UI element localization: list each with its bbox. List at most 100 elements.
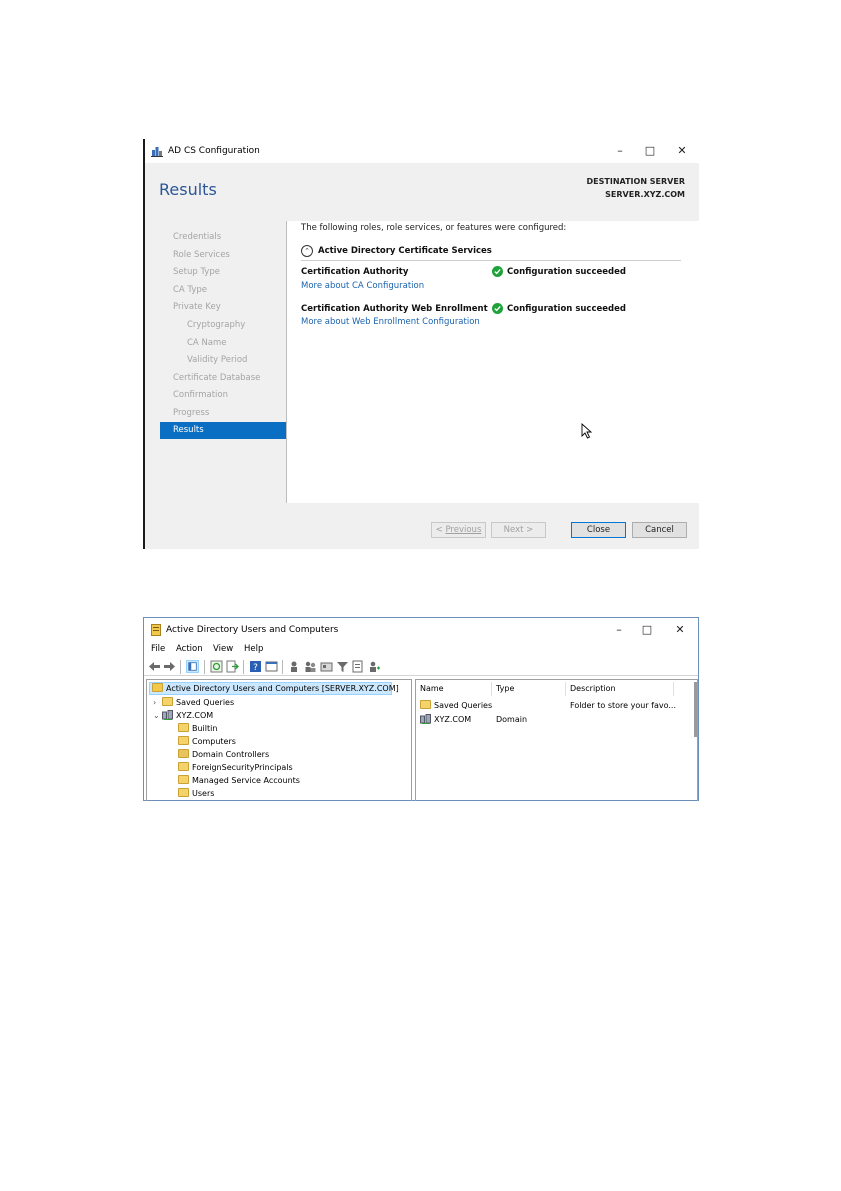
title-bar[interactable]: Active Directory Users and Computers – □… <box>144 618 698 642</box>
wizard-body: Results DESTINATION SERVER SERVER.XYZ.CO… <box>145 163 699 549</box>
column-header-name[interactable]: Name <box>416 682 492 696</box>
tree-item-builtin[interactable]: Builtin <box>178 722 217 735</box>
vertical-scrollbar[interactable] <box>694 682 697 737</box>
tree-item-domain-controllers[interactable]: Domain Controllers <box>178 748 269 761</box>
back-arrow-icon[interactable] <box>148 660 161 673</box>
window-title: AD CS Configuration <box>168 146 260 156</box>
list-item[interactable]: XYZ.COM Domain <box>420 713 696 726</box>
folder-icon <box>178 762 189 771</box>
section-header: ⌃ Active Directory Certificate Services <box>301 243 681 261</box>
menu-help[interactable]: Help <box>244 644 263 654</box>
nav-item-cryptography[interactable]: Cryptography <box>160 317 286 334</box>
toolbar-separator <box>204 660 205 674</box>
refresh-icon[interactable] <box>210 660 223 673</box>
tree-label: Managed Service Accounts <box>192 776 300 785</box>
cell-type: Domain <box>496 715 528 724</box>
nav-item-progress[interactable]: Progress <box>160 405 286 422</box>
aduc-window: Active Directory Users and Computers – □… <box>143 617 699 801</box>
tree-item-domain[interactable]: ⌄ XYZ.COM <box>153 709 213 722</box>
destination-server-name: SERVER.XYZ.COM <box>605 190 685 199</box>
tree-root-label: Active Directory Users and Computers [SE… <box>166 684 399 693</box>
cell-name: Saved Queries <box>434 701 493 710</box>
export-list-icon[interactable] <box>226 660 239 673</box>
adcs-configuration-window: AD CS Configuration – □ ✕ Results DESTIN… <box>143 139 699 549</box>
folder-icon <box>178 788 189 797</box>
properties-icon[interactable] <box>265 660 278 673</box>
svg-text:?: ? <box>253 663 258 673</box>
cancel-button[interactable]: Cancel <box>632 522 687 538</box>
menu-view[interactable]: View <box>213 644 233 654</box>
details-list: Name Type Description Saved Queries Fold… <box>415 679 698 801</box>
tree-label: Domain Controllers <box>192 750 270 759</box>
results-intro: The following roles, role services, or f… <box>301 223 567 233</box>
nav-item-validity-period[interactable]: Validity Period <box>160 352 286 369</box>
cell-description: Folder to store your favo... <box>570 701 676 710</box>
collapse-chevron-icon[interactable]: ⌃ <box>301 245 313 257</box>
previous-button[interactable]: < Previous <box>431 522 486 538</box>
tree-item-saved-queries[interactable]: › Saved Queries <box>153 696 234 709</box>
folder-icon <box>178 736 189 745</box>
next-button[interactable]: Next > <box>491 522 546 538</box>
list-item[interactable]: Saved Queries Folder to store your favo.… <box>420 699 696 712</box>
ou-folder-icon <box>178 749 189 758</box>
title-bar[interactable]: AD CS Configuration – □ ✕ <box>145 139 699 163</box>
close-button[interactable]: Close <box>571 522 626 538</box>
console-tree: Active Directory Users and Computers [SE… <box>146 679 412 801</box>
chevron-down-icon[interactable]: ⌄ <box>153 709 162 722</box>
tree-item-users[interactable]: Users <box>178 787 214 800</box>
new-user-icon[interactable] <box>288 660 301 673</box>
menu-action[interactable]: Action <box>176 644 203 654</box>
chevron-right-icon[interactable]: › <box>153 696 162 709</box>
new-ou-icon[interactable] <box>320 660 333 673</box>
tree-label: Saved Queries <box>176 698 235 707</box>
tree-item-foreign-security-principals[interactable]: ForeignSecurityPrincipals <box>178 761 293 774</box>
tree-root[interactable]: Active Directory Users and Computers [SE… <box>149 682 399 695</box>
close-window-button[interactable]: ✕ <box>667 143 697 159</box>
help-icon[interactable]: ? <box>249 660 262 673</box>
nav-item-credentials[interactable]: Credentials <box>160 229 286 246</box>
minimize-button[interactable]: – <box>604 622 634 638</box>
column-header-description[interactable]: Description <box>566 682 674 696</box>
folder-icon <box>178 775 189 784</box>
toolbar-separator <box>282 660 283 674</box>
tree-label: Users <box>192 789 215 798</box>
nav-item-ca-type[interactable]: CA Type <box>160 282 286 299</box>
nav-item-confirmation[interactable]: Confirmation <box>160 387 286 404</box>
more-about-ca-link[interactable]: More about CA Configuration <box>301 281 424 291</box>
nav-item-results[interactable]: Results <box>160 422 286 439</box>
window-title: Active Directory Users and Computers <box>166 625 339 635</box>
aduc-root-icon <box>152 683 163 692</box>
new-group-icon[interactable] <box>304 660 317 673</box>
tree-item-managed-service-accounts[interactable]: Managed Service Accounts <box>178 774 300 787</box>
tree-label: Computers <box>192 737 236 746</box>
add-to-group-icon[interactable] <box>368 660 381 673</box>
result-name: Certification Authority <box>301 267 409 277</box>
nav-item-private-key[interactable]: Private Key <box>160 299 286 316</box>
tree-label: ForeignSecurityPrincipals <box>192 763 293 772</box>
console-tree-icon[interactable] <box>186 660 199 673</box>
previous-button-label: Previous <box>445 525 482 535</box>
more-about-web-enrollment-link[interactable]: More about Web Enrollment Configuration <box>301 317 480 327</box>
find-icon[interactable] <box>352 660 365 673</box>
wizard-nav: Credentials Role Services Setup Type CA … <box>145 221 287 503</box>
results-content: The following roles, role services, or f… <box>287 221 699 503</box>
toolbar-separator <box>243 660 244 674</box>
tree-item-computers[interactable]: Computers <box>178 735 236 748</box>
maximize-button[interactable]: □ <box>635 143 665 159</box>
toolbar: ? <box>144 658 698 676</box>
nav-item-role-services[interactable]: Role Services <box>160 247 286 264</box>
menu-bar: File Action View Help <box>144 642 698 658</box>
close-window-button[interactable]: ✕ <box>665 622 695 638</box>
minimize-button[interactable]: – <box>605 143 635 159</box>
nav-item-setup-type[interactable]: Setup Type <box>160 264 286 281</box>
menu-file[interactable]: File <box>151 644 165 654</box>
nav-item-ca-name[interactable]: CA Name <box>160 335 286 352</box>
nav-item-certificate-database[interactable]: Certificate Database <box>160 370 286 387</box>
filter-icon[interactable] <box>336 660 349 673</box>
maximize-button[interactable]: □ <box>632 622 662 638</box>
column-header-type[interactable]: Type <box>492 682 566 696</box>
forward-arrow-icon[interactable] <box>163 660 176 673</box>
domain-icon <box>420 713 431 724</box>
tree-label: XYZ.COM <box>176 711 214 720</box>
success-check-icon <box>492 266 503 277</box>
